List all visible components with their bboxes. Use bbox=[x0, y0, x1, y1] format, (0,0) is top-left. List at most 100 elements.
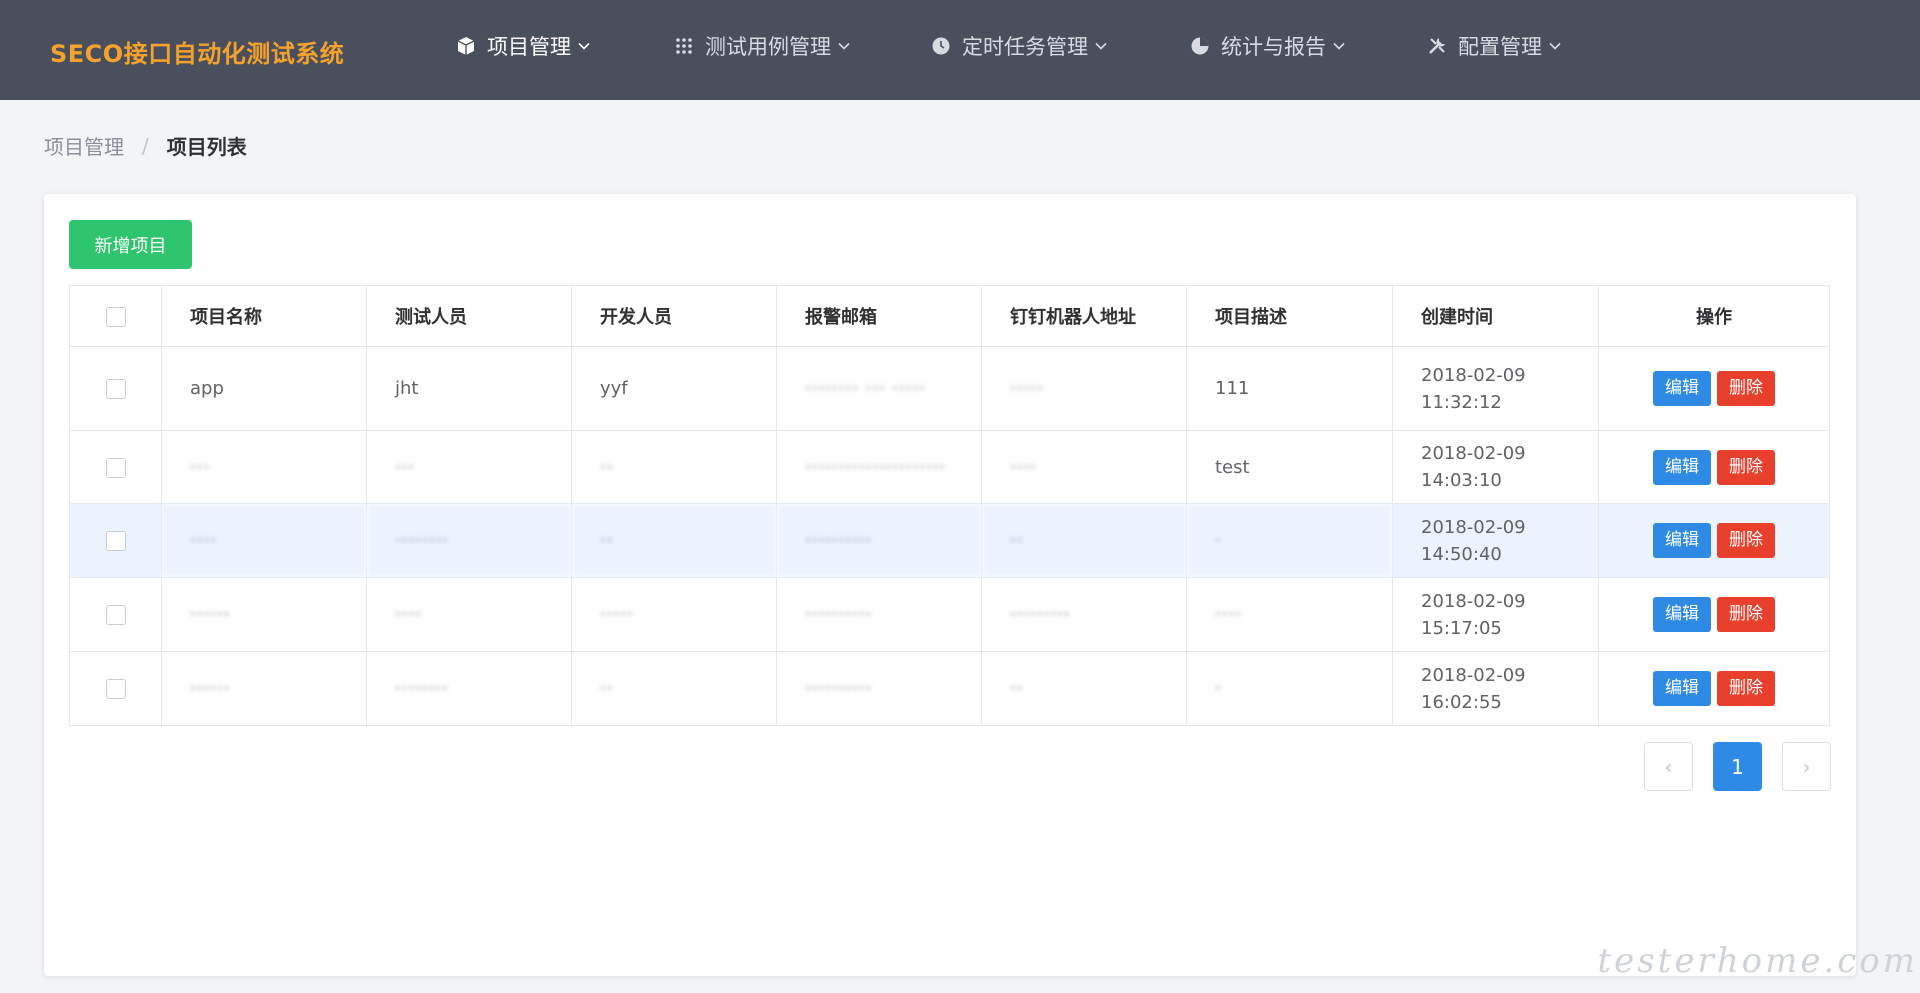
developer-cell: ·· bbox=[571, 503, 777, 578]
edit-button[interactable]: 编辑 bbox=[1653, 523, 1711, 558]
project-name-cell: ······ bbox=[161, 577, 367, 652]
actions-cell: 编辑 删除 bbox=[1598, 430, 1830, 504]
breadcrumb-current: 项目列表 bbox=[166, 135, 247, 159]
row-checkbox[interactable] bbox=[105, 457, 126, 478]
delete-button[interactable]: 删除 bbox=[1717, 597, 1775, 632]
column-header: 创建时间 bbox=[1392, 285, 1599, 347]
grid-icon bbox=[673, 35, 695, 57]
row-checkbox[interactable] bbox=[105, 679, 126, 699]
edit-button[interactable]: 编辑 bbox=[1653, 449, 1711, 485]
description-cell: 111 bbox=[1186, 346, 1393, 431]
chevron-down-icon bbox=[577, 38, 593, 54]
tester-cell: jht bbox=[366, 346, 572, 431]
cube-icon bbox=[455, 35, 477, 57]
project-name-cell: ······ bbox=[161, 651, 367, 726]
project-name-cell: ··· bbox=[161, 430, 367, 504]
description-cell: test bbox=[1186, 430, 1393, 504]
tools-icon bbox=[1426, 35, 1448, 57]
project-table: 项目名称 测试人员 开发人员 报警邮箱 钉钉机器人地址 项目描述 创建时间 操作… bbox=[69, 285, 1830, 726]
description-cell: · bbox=[1186, 503, 1393, 578]
edit-button[interactable]: 编辑 bbox=[1653, 371, 1711, 406]
app-brand: SECO接口自动化测试系统 bbox=[50, 40, 345, 68]
tester-cell: ··· bbox=[366, 430, 572, 504]
row-select-cell bbox=[69, 503, 162, 578]
actions-cell: 编辑 删除 bbox=[1598, 651, 1830, 726]
actions-cell: 编辑 删除 bbox=[1598, 577, 1830, 652]
table-row: app jht yyf ········ ··· ····· ····· 111… bbox=[69, 346, 1830, 431]
nav-label: 配置管理 bbox=[1458, 35, 1542, 59]
chevron-down-icon bbox=[1332, 38, 1348, 54]
nav-config-management[interactable]: 配置管理 bbox=[1426, 30, 1564, 62]
column-header: 测试人员 bbox=[366, 285, 572, 347]
created-time-cell: 2018-02-09 14:03:10 bbox=[1392, 430, 1599, 504]
chevron-down-icon bbox=[837, 38, 853, 54]
alert-email-cell: ·········· bbox=[776, 503, 982, 578]
project-list-card: 新增项目 项目名称 测试人员 开发人员 报警邮箱 钉钉机器人地址 项目描述 创建… bbox=[44, 194, 1856, 976]
dingtalk-url-cell: ····· bbox=[981, 346, 1187, 431]
alert-email-cell: ·········· bbox=[776, 577, 982, 652]
row-select-cell bbox=[69, 651, 162, 726]
alert-email-cell: ········ ··· ····· bbox=[776, 346, 982, 431]
description-cell: · bbox=[1186, 651, 1393, 726]
chevron-right-icon: › bbox=[1802, 754, 1811, 779]
chevron-left-icon: ‹ bbox=[1664, 754, 1673, 779]
page-number-button[interactable]: 1 bbox=[1713, 742, 1762, 791]
nav-scheduled-task-management[interactable]: 定时任务管理 bbox=[930, 30, 1110, 62]
delete-button[interactable]: 删除 bbox=[1717, 449, 1775, 485]
developer-cell: ·· bbox=[571, 651, 777, 726]
edit-button[interactable]: 编辑 bbox=[1653, 671, 1711, 706]
column-header: 报警邮箱 bbox=[776, 285, 982, 347]
developer-cell: ·· bbox=[571, 430, 777, 504]
column-header: 操作 bbox=[1598, 285, 1830, 347]
created-time-cell: 2018-02-09 16:02:55 bbox=[1392, 651, 1599, 726]
table-header-row: 项目名称 测试人员 开发人员 报警邮箱 钉钉机器人地址 项目描述 创建时间 操作 bbox=[69, 285, 1830, 347]
alert-email-cell: ····················· bbox=[776, 430, 982, 504]
tester-cell: ········ bbox=[366, 503, 572, 578]
row-checkbox[interactable] bbox=[105, 531, 126, 551]
clock-icon bbox=[930, 35, 952, 57]
column-header: 项目名称 bbox=[161, 285, 367, 347]
prev-page-button[interactable]: ‹ bbox=[1644, 742, 1693, 791]
breadcrumb-parent[interactable]: 项目管理 bbox=[44, 131, 124, 160]
table-row: ···· ········ ·· ·········· ·· · 2018-02… bbox=[69, 503, 1830, 578]
actions-cell: 编辑 删除 bbox=[1598, 503, 1830, 578]
row-checkbox[interactable] bbox=[105, 605, 126, 625]
pie-chart-icon bbox=[1189, 35, 1211, 57]
edit-button[interactable]: 编辑 bbox=[1653, 597, 1711, 632]
nav-testcase-management[interactable]: 测试用例管理 bbox=[673, 30, 853, 62]
developer-cell: ····· bbox=[571, 577, 777, 652]
dingtalk-url-cell: ···· bbox=[981, 430, 1187, 504]
row-select-cell bbox=[69, 430, 162, 504]
table-row: ······ ········ ·· ·········· ·· · 2018-… bbox=[69, 651, 1830, 726]
top-navbar: SECO接口自动化测试系统 项目管理 测试用例管理 定时任务管理 统计与报告 配… bbox=[0, 0, 1920, 100]
column-header: 钉钉机器人地址 bbox=[981, 285, 1187, 347]
select-all-checkbox[interactable] bbox=[105, 306, 126, 327]
created-time-cell: 2018-02-09 15:17:05 bbox=[1392, 577, 1599, 652]
delete-button[interactable]: 删除 bbox=[1717, 671, 1775, 706]
actions-cell: 编辑 删除 bbox=[1598, 346, 1830, 431]
nav-project-management[interactable]: 项目管理 bbox=[455, 30, 593, 62]
nav-statistics-report[interactable]: 统计与报告 bbox=[1189, 30, 1348, 62]
column-header: 项目描述 bbox=[1186, 285, 1393, 347]
tester-cell: ········ bbox=[366, 651, 572, 726]
add-project-button[interactable]: 新增项目 bbox=[69, 220, 192, 269]
created-time-cell: 2018-02-09 14:50:40 bbox=[1392, 503, 1599, 578]
delete-button[interactable]: 删除 bbox=[1717, 523, 1775, 558]
row-select-cell bbox=[69, 577, 162, 652]
select-all-cell bbox=[69, 285, 162, 347]
watermark: testerhome.com bbox=[1597, 941, 1918, 981]
nav-label: 统计与报告 bbox=[1221, 35, 1326, 59]
nav-label: 测试用例管理 bbox=[705, 35, 831, 59]
row-checkbox[interactable] bbox=[105, 379, 126, 399]
breadcrumb-separator: / bbox=[142, 133, 149, 158]
dingtalk-url-cell: ········· bbox=[981, 577, 1187, 652]
next-page-button[interactable]: › bbox=[1782, 742, 1831, 791]
alert-email-cell: ·········· bbox=[776, 651, 982, 726]
project-name-cell: app bbox=[161, 346, 367, 431]
chevron-down-icon bbox=[1548, 38, 1564, 54]
delete-button[interactable]: 删除 bbox=[1717, 371, 1775, 406]
project-name-cell: ···· bbox=[161, 503, 367, 578]
row-select-cell bbox=[69, 346, 162, 431]
table-row: ··· ··· ·· ····················· ···· te… bbox=[69, 430, 1830, 504]
chevron-down-icon bbox=[1094, 38, 1110, 54]
